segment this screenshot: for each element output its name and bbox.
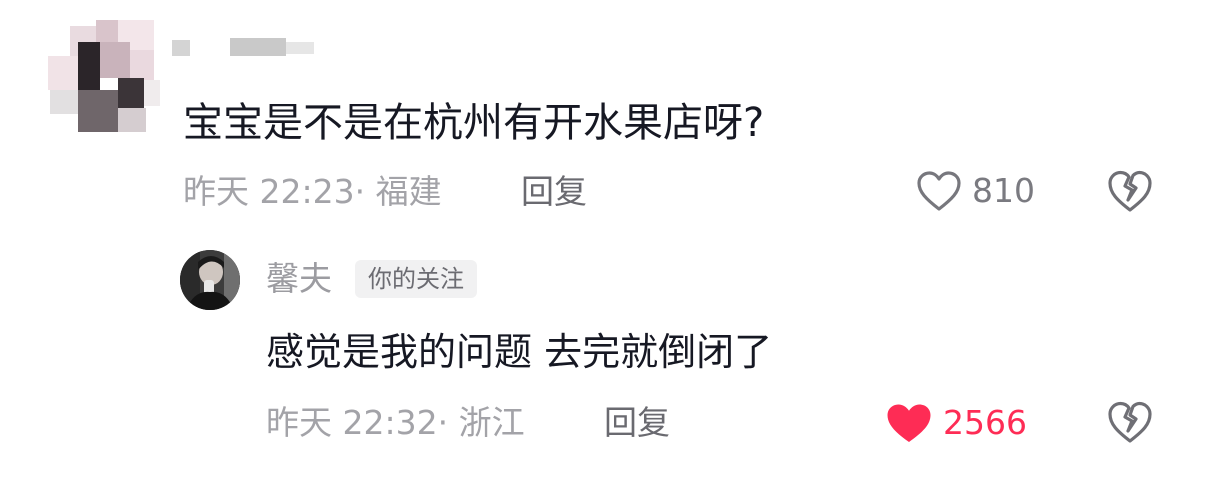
- comment-like-count: 810: [972, 171, 1035, 210]
- broken-heart-icon: [1108, 170, 1152, 212]
- reply-dislike-button[interactable]: [1106, 400, 1154, 448]
- comment-like-button[interactable]: 810: [916, 170, 1035, 212]
- comment-dislike-button[interactable]: [1106, 169, 1154, 217]
- reply-text: 感觉是我的问题 去完就倒闭了: [266, 330, 773, 374]
- commenter-avatar[interactable]: [40, 20, 170, 132]
- reply-time-location: 昨天 22:32· 浙江: [266, 403, 525, 442]
- heart-filled-icon: [887, 404, 931, 442]
- comment-reply-button[interactable]: 回复: [521, 172, 587, 212]
- following-badge: 你的关注: [355, 260, 477, 298]
- reply-like-count: 2566: [943, 403, 1027, 442]
- avatar-photo: [180, 250, 240, 310]
- broken-heart-icon: [1108, 401, 1152, 443]
- reply-like-button[interactable]: 2566: [885, 402, 1027, 444]
- reply-reply-button[interactable]: 回复: [604, 403, 670, 443]
- commenter-username-blurred[interactable]: [172, 38, 322, 58]
- comment-text: 宝宝是不是在杭州有开水果店呀?: [183, 100, 765, 146]
- heart-outline-icon: [917, 171, 961, 211]
- reply-avatar[interactable]: [180, 250, 240, 310]
- reply-username[interactable]: 馨夫: [266, 258, 332, 300]
- comment-time-location: 昨天 22:23· 福建: [183, 172, 442, 211]
